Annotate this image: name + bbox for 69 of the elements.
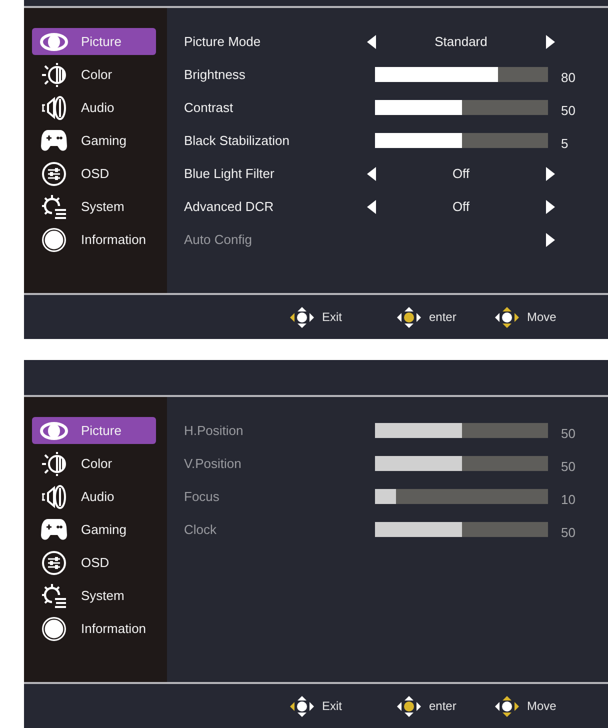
sun-icon (42, 62, 66, 86)
setting-label: Auto Config (184, 232, 252, 247)
slider-value: 50 (561, 426, 576, 441)
setting-label: Brightness (184, 67, 246, 82)
option-value: Standard (434, 34, 488, 49)
slider-track[interactable] (375, 522, 548, 537)
right-arrow-icon[interactable] (546, 232, 555, 246)
speaker-icon (42, 484, 66, 508)
setting-label: Contrast (184, 100, 234, 115)
sliders-icon (42, 162, 66, 186)
setting-label: H.Position (184, 423, 244, 438)
hint-label: Exit (322, 310, 342, 324)
gamepad-icon (41, 130, 67, 152)
sidebar-item[interactable]: System (32, 582, 156, 609)
slider-value: 50 (561, 525, 576, 540)
sun-icon (42, 452, 66, 476)
gear-icon (42, 194, 66, 218)
hint-label: Move (527, 699, 556, 713)
sidebar-item[interactable]: Gaming (32, 516, 156, 543)
setting-label: Blue Light Filter (184, 166, 274, 181)
sidebar-item[interactable]: Color (32, 61, 156, 88)
right-arrow-icon[interactable] (546, 34, 555, 48)
speaker-icon (42, 96, 66, 120)
right-arrow-icon[interactable] (546, 200, 555, 214)
eye-icon (40, 32, 68, 50)
sidebar-item[interactable]: Color (32, 450, 156, 477)
left-arrow-icon[interactable] (367, 166, 376, 180)
sidebar-item[interactable]: Audio (32, 483, 156, 510)
gamepad-icon (41, 518, 67, 540)
sidebar-item[interactable]: Gaming (32, 127, 156, 154)
slider-value: 80 (561, 70, 576, 85)
hint-label: Move (527, 310, 556, 324)
circle-icon (42, 616, 66, 640)
setting-label: Black Stabilization (184, 133, 290, 148)
sliders-icon (42, 550, 66, 574)
option-value: Off (452, 199, 470, 214)
eye-icon (40, 422, 68, 440)
left-arrow-icon[interactable] (367, 34, 376, 48)
slider-track[interactable] (375, 423, 548, 438)
sidebar-item[interactable]: Picture (32, 28, 156, 55)
hint-label: enter (429, 310, 456, 324)
slider-track[interactable] (375, 100, 548, 115)
setting-label: Picture Mode (184, 34, 261, 49)
slider-value: 50 (561, 459, 576, 474)
sidebar-item[interactable]: Information (32, 226, 156, 253)
right-arrow-icon[interactable] (546, 166, 555, 180)
slider-track[interactable] (375, 489, 548, 504)
left-arrow-icon[interactable] (367, 200, 376, 214)
slider-value: 50 (561, 103, 576, 118)
hint-label: Exit (322, 699, 342, 713)
slider-track[interactable] (375, 67, 548, 82)
sidebar-item[interactable]: Audio (32, 94, 156, 121)
sidebar-item[interactable]: Picture (32, 417, 156, 444)
setting-label: Clock (184, 522, 217, 537)
setting-label: Focus (184, 489, 220, 504)
setting-label: Advanced DCR (184, 199, 274, 214)
gear-icon (42, 584, 66, 608)
sidebar-item[interactable]: System (32, 193, 156, 220)
slider-track[interactable] (375, 133, 548, 148)
hint-label: enter (429, 699, 456, 713)
sidebar-item[interactable]: OSD (32, 549, 156, 576)
option-value: Off (452, 166, 470, 181)
slider-value: 5 (561, 136, 568, 151)
slider-value: 10 (561, 492, 576, 507)
setting-label: V.Position (184, 456, 242, 471)
sidebar-item[interactable]: Information (32, 615, 156, 642)
circle-icon (42, 228, 66, 252)
slider-track[interactable] (375, 456, 548, 471)
sidebar-item[interactable]: OSD (32, 160, 156, 187)
